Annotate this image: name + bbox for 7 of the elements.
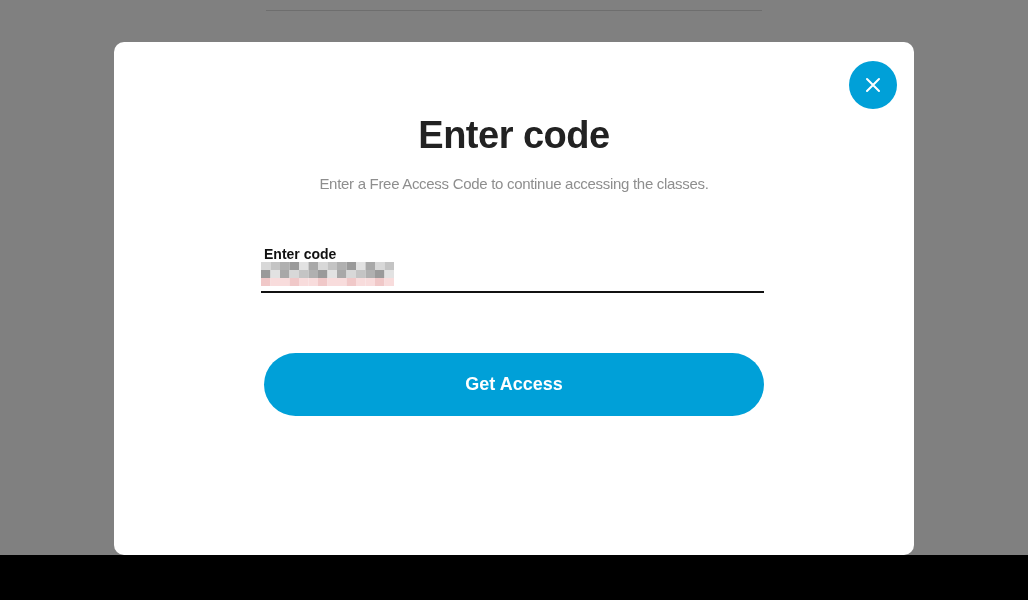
dialog-title: Enter code: [418, 113, 610, 158]
field-label: Enter code: [264, 246, 338, 262]
code-field[interactable]: [261, 262, 764, 293]
close-icon: [865, 77, 881, 93]
close-button[interactable]: [849, 61, 897, 109]
get-access-button[interactable]: Get Access: [264, 353, 764, 416]
dialog-subtitle: Enter a Free Access Code to continue accessing the classes.: [319, 175, 709, 193]
